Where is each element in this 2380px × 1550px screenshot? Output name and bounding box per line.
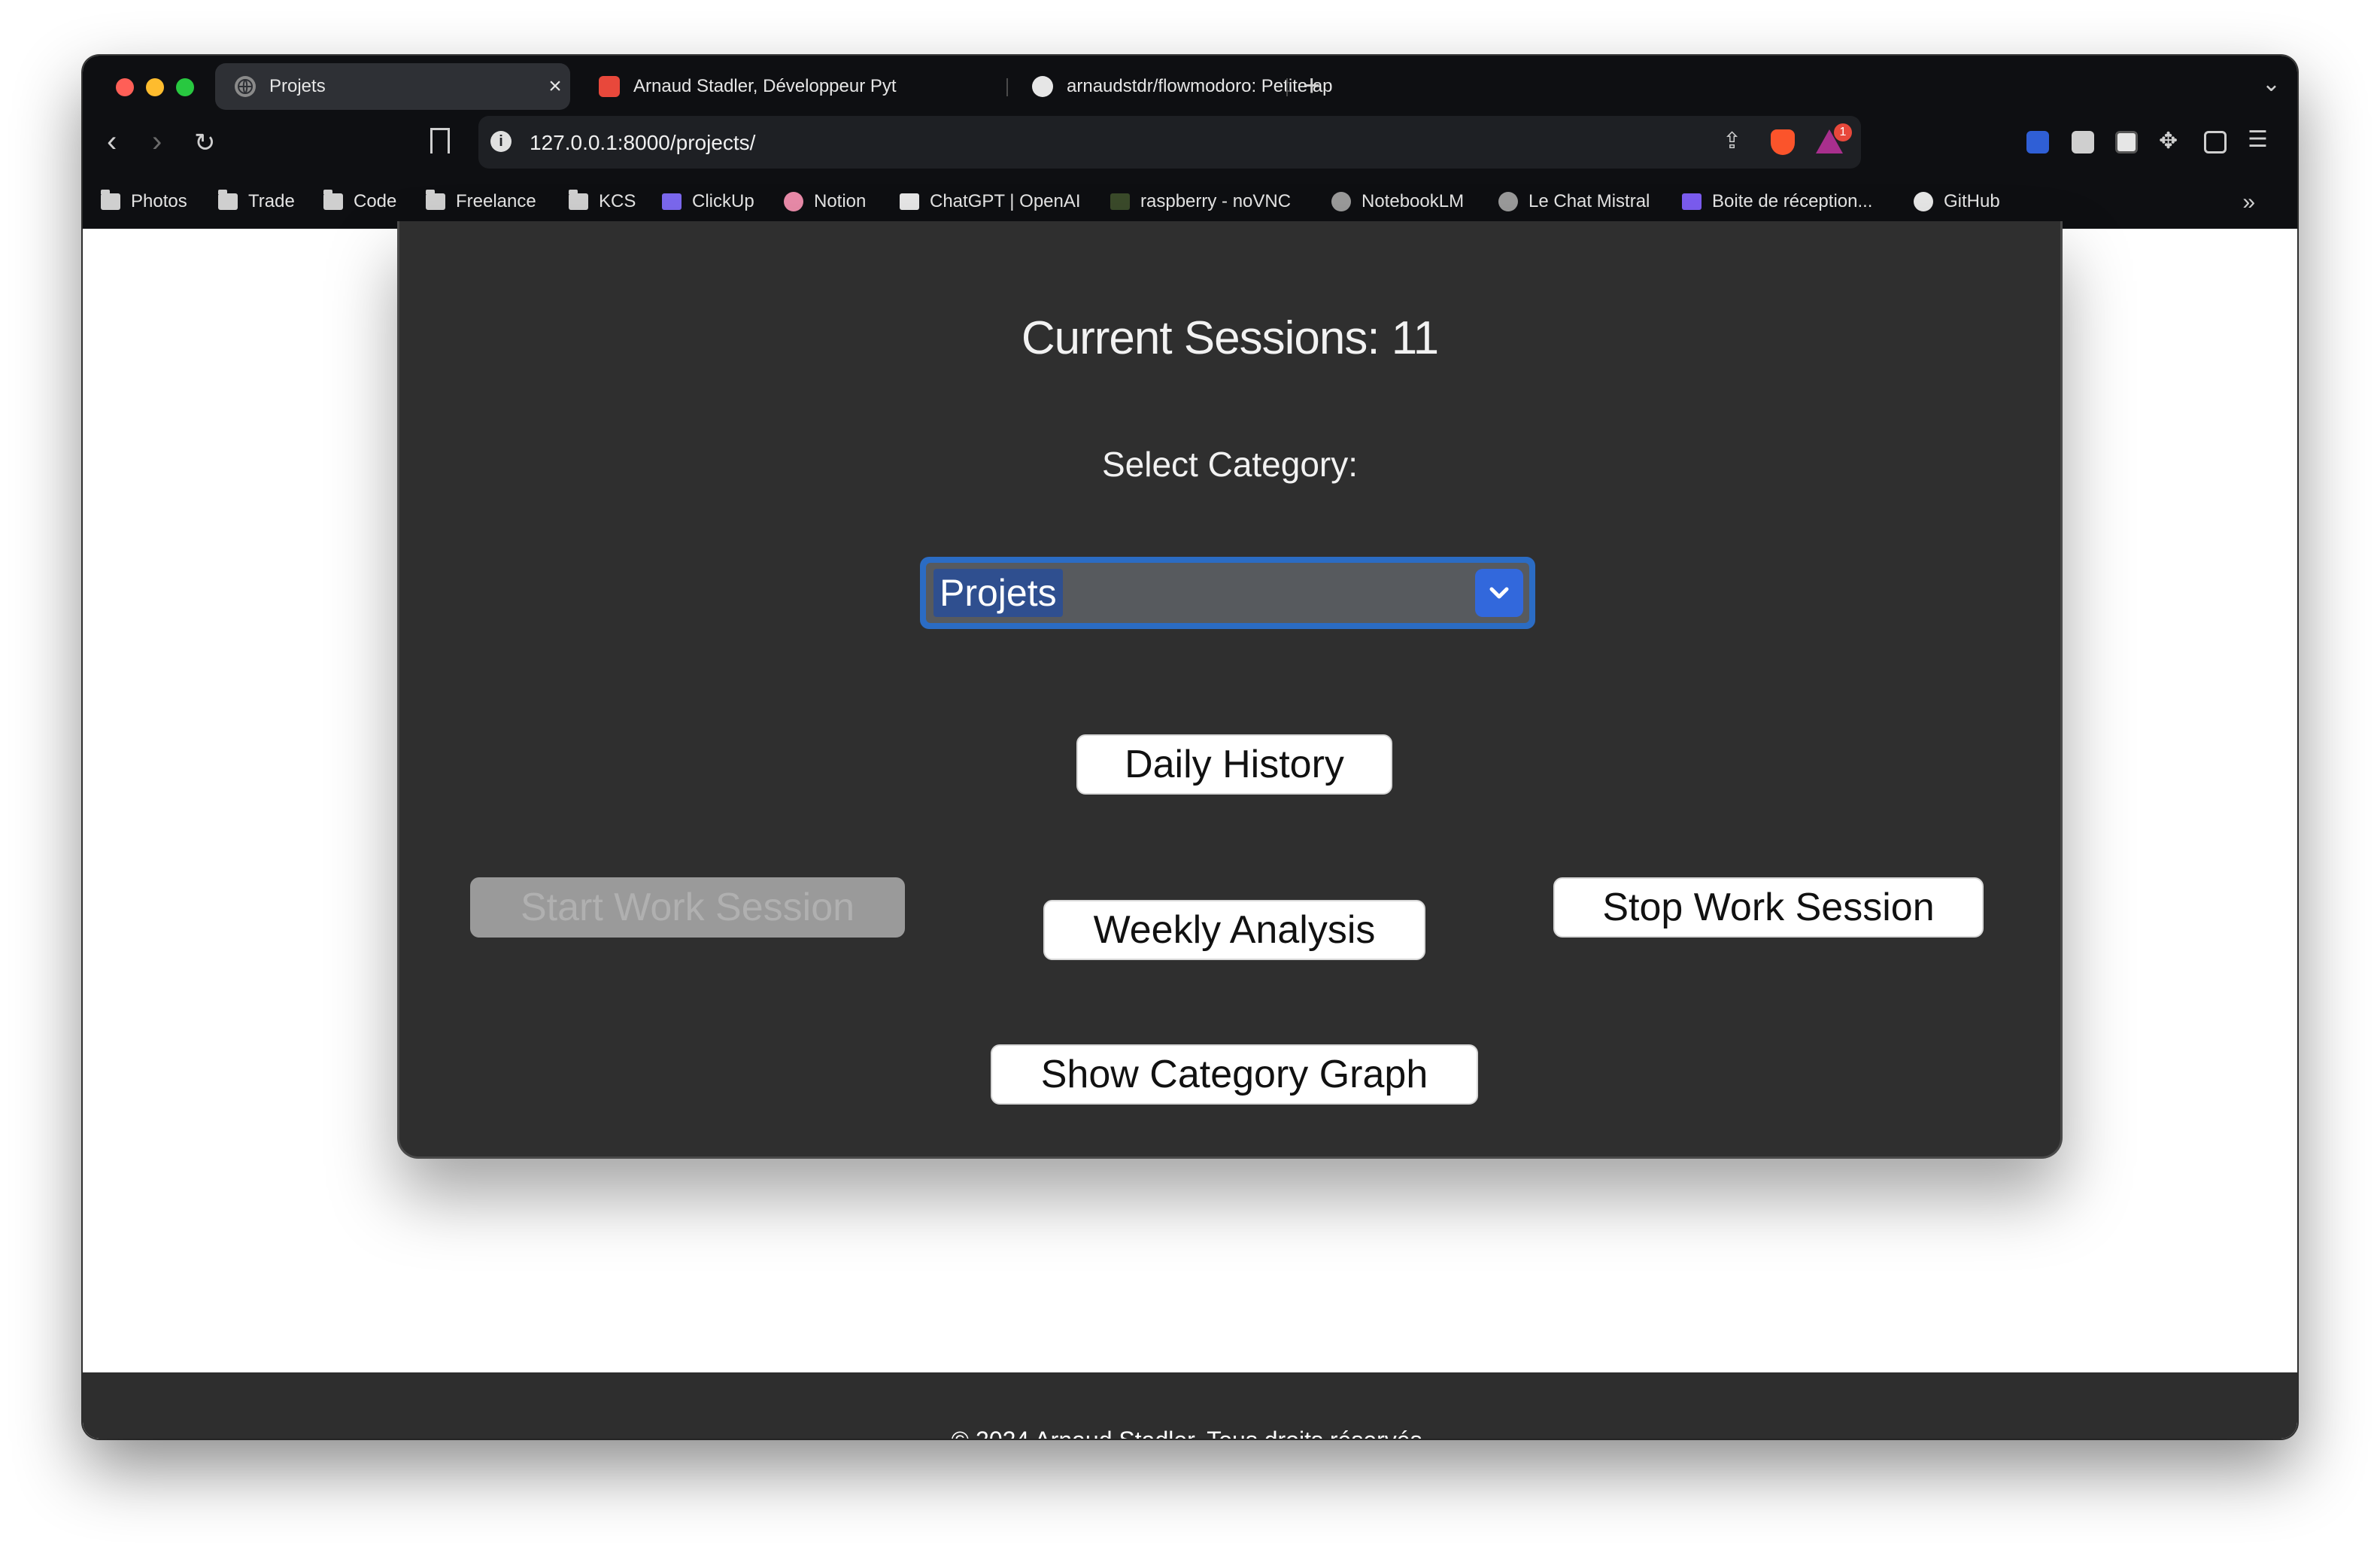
bookmark-label: Boite de réception... [1712, 191, 1873, 211]
selected-category: Projets [933, 569, 1063, 617]
folder-icon [569, 190, 588, 210]
tab-strip: Projets × Arnaud Stadler, Développeur Py… [83, 56, 2297, 117]
site-favicon-icon [599, 76, 620, 97]
share-icon[interactable]: ⇪ [1723, 128, 1741, 154]
bitwarden-icon[interactable] [2026, 131, 2049, 153]
weekly-analysis-button[interactable]: Weekly Analysis [1043, 900, 1425, 960]
chevron-down-icon[interactable]: ⌄ [2262, 71, 2281, 97]
bookmark-freelance[interactable]: Freelance [426, 190, 536, 212]
tab-label: Projets [269, 76, 326, 96]
bookmark-label: Code [354, 191, 397, 211]
tab-label: Arnaud Stadler, Développeur Pyt [633, 76, 897, 96]
bookmark-label: Freelance [456, 191, 536, 211]
github-icon [1914, 192, 1933, 211]
notion-icon[interactable] [2115, 131, 2138, 153]
chevron-down-icon[interactable] [1475, 569, 1523, 617]
bookmark-github[interactable]: GitHub [1914, 191, 2000, 212]
globe-icon [1331, 192, 1351, 211]
forward-icon[interactable]: › [152, 125, 162, 159]
clickup-icon [662, 193, 682, 210]
bookmark-label: Photos [131, 191, 187, 211]
tab-separator [1006, 78, 1008, 96]
globe-icon [1498, 192, 1518, 211]
bookmark-photos[interactable]: Photos [101, 190, 187, 212]
bookmark-notion[interactable]: Notion [784, 191, 866, 212]
url-text[interactable]: 127.0.0.1:8000/projects/ [530, 131, 755, 155]
vnc-icon [1110, 193, 1130, 210]
bookmark-icon[interactable] [430, 128, 450, 153]
category-select-field[interactable]: Projets [926, 563, 1529, 623]
reload-icon[interactable]: ↻ [194, 128, 216, 158]
window-minimize-button[interactable] [146, 78, 164, 96]
select-category-label: Select Category: [1101, 445, 1358, 484]
notion-brain-icon [784, 192, 803, 211]
sidebar-icon[interactable] [2204, 131, 2227, 153]
brave-shield-icon[interactable] [1771, 129, 1795, 155]
openai-icon [900, 193, 919, 210]
bookmark-trade[interactable]: Trade [218, 190, 295, 212]
new-tab-button[interactable]: + [1303, 69, 1320, 103]
page-footer: © 2024 Arnaud Stadler. Tous droits réser… [83, 1372, 2297, 1439]
bookmarks-overflow-icon[interactable]: » [2242, 190, 2255, 215]
bookmark-label: NotebookLM [1362, 191, 1465, 211]
back-icon[interactable]: ‹ [107, 125, 117, 159]
bookmark-code[interactable]: Code [323, 190, 397, 212]
bookmark-label: Notion [814, 191, 867, 211]
start-work-session-button[interactable]: Start Work Session [470, 877, 905, 938]
window-maximize-button[interactable] [176, 78, 194, 96]
bookmark-label: ClickUp [692, 191, 754, 211]
site-info-icon[interactable]: i [490, 131, 512, 152]
bookmark-label: ChatGPT | OpenAI [930, 191, 1081, 211]
folder-icon [218, 190, 238, 210]
bookmark-notebooklm[interactable]: NotebookLM [1331, 191, 1464, 212]
bookmark-clickup[interactable]: ClickUp [662, 191, 754, 212]
show-category-graph-button[interactable]: Show Category Graph [991, 1044, 1478, 1105]
folder-icon [101, 190, 120, 210]
folder-icon [426, 190, 445, 210]
bookmark-boite-de-reception[interactable]: Boite de réception... [1682, 191, 1872, 212]
bookmark-raspberry-novnc[interactable]: raspberry - noVNC [1110, 191, 1291, 212]
bookmark-kcs[interactable]: KCS [569, 190, 636, 212]
menu-icon[interactable]: ☰ [2248, 126, 2268, 153]
bookmark-label: Le Chat Mistral [1528, 191, 1650, 211]
wallet-icon[interactable] [2072, 131, 2094, 153]
bookmark-chatgpt[interactable]: ChatGPT | OpenAI [900, 191, 1081, 212]
browser-window: Projets × Arnaud Stadler, Développeur Py… [83, 56, 2297, 1439]
bookmark-label: GitHub [1944, 191, 2000, 211]
bookmark-label: Trade [248, 191, 295, 211]
window-close-button[interactable] [116, 78, 134, 96]
github-icon [1032, 76, 1053, 97]
tab-separator [1286, 78, 1288, 96]
extensions-icon[interactable]: ✥ [2159, 128, 2178, 154]
folder-icon [323, 190, 343, 210]
mail-icon [1682, 193, 1702, 210]
bookmark-label: KCS [599, 191, 636, 211]
tab-projets[interactable]: Projets × [215, 63, 570, 110]
tab-close-icon[interactable]: × [540, 74, 570, 99]
globe-icon [235, 76, 256, 97]
tab-label: arnaudstdr/flowmodoro: Petite ap [1067, 76, 1333, 96]
bookmark-le-chat-mistral[interactable]: Le Chat Mistral [1498, 191, 1650, 212]
bookmark-label: raspberry - noVNC [1140, 191, 1292, 211]
page-viewport: Current Sessions: 11 Select Category: Pr… [83, 221, 2297, 1439]
category-select[interactable]: Projets [920, 557, 1535, 629]
daily-history-button[interactable]: Daily History [1076, 734, 1392, 795]
notification-badge: 1 [1834, 123, 1852, 141]
current-sessions-heading: Current Sessions: 11 [1021, 312, 1439, 364]
session-panel: Current Sessions: 11 Select Category: Pr… [397, 221, 2063, 1159]
tab-arnaud-stadler[interactable]: Arnaud Stadler, Développeur Pyt [579, 63, 1005, 110]
copyright-text: © 2024 Arnaud Stadler. Tous droits réser… [83, 1427, 2297, 1439]
stop-work-session-button[interactable]: Stop Work Session [1553, 877, 1984, 938]
